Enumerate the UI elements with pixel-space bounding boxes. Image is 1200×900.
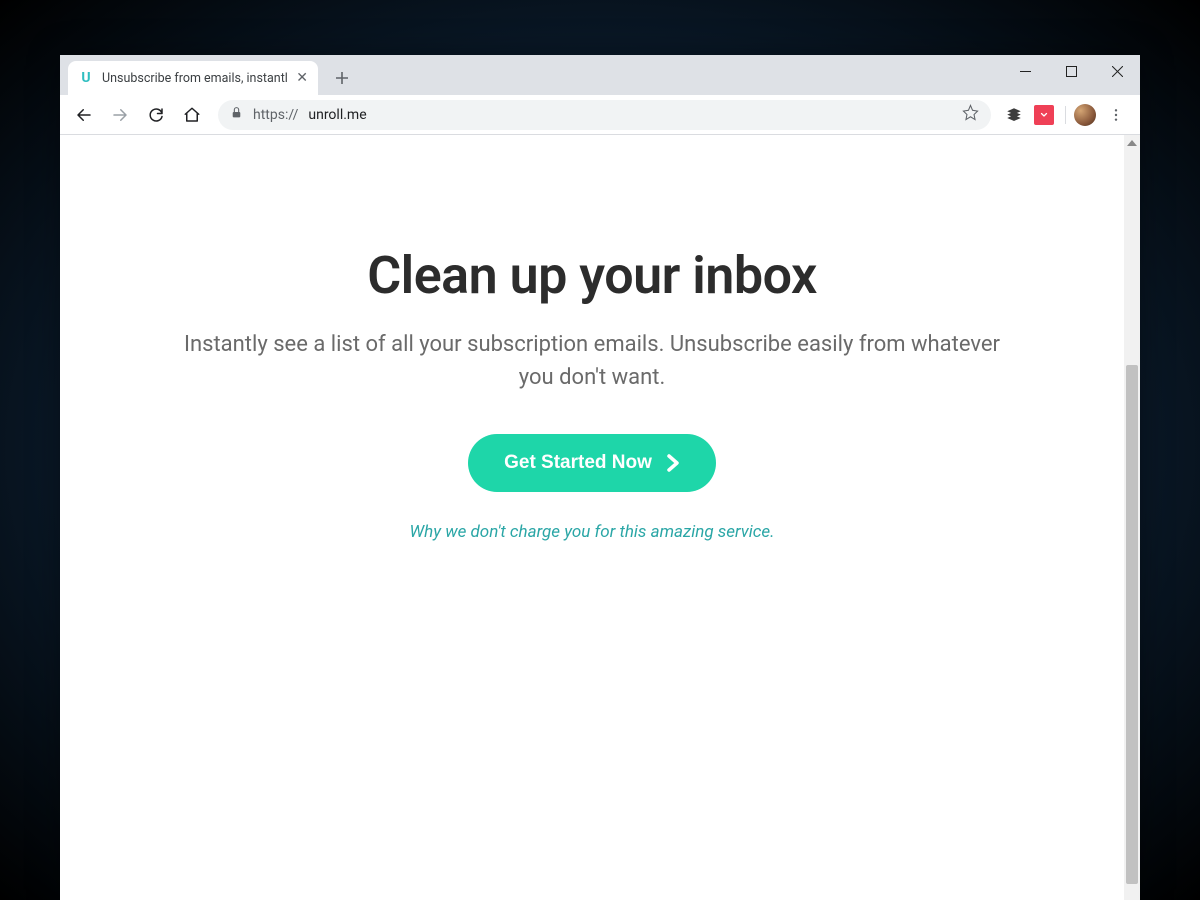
new-tab-button[interactable] — [328, 64, 356, 92]
scroll-up-button[interactable] — [1124, 135, 1140, 151]
reload-icon — [147, 106, 165, 124]
window-controls — [1002, 55, 1140, 95]
forward-button[interactable] — [104, 99, 136, 131]
bookmark-button[interactable] — [962, 104, 979, 125]
buffer-icon — [1005, 106, 1023, 124]
hero-section: Clean up your inbox Instantly see a list… — [60, 135, 1140, 542]
tab-title: Unsubscribe from emails, instantl — [102, 71, 288, 86]
reload-button[interactable] — [140, 99, 172, 131]
maximize-button[interactable] — [1048, 55, 1094, 87]
why-link[interactable]: Why we don't charge you for this amazing… — [100, 522, 1084, 542]
home-button[interactable] — [176, 99, 208, 131]
scrollbar-thumb[interactable] — [1126, 365, 1138, 884]
close-icon[interactable]: ✕ — [296, 70, 308, 86]
chevron-up-icon — [1127, 140, 1137, 146]
close-icon — [1112, 66, 1123, 77]
vertical-scrollbar[interactable] — [1124, 135, 1140, 900]
get-started-button[interactable]: Get Started Now — [468, 434, 716, 492]
page-subheading: Instantly see a list of all your subscri… — [182, 328, 1002, 394]
maximize-icon — [1066, 66, 1077, 77]
plus-icon — [335, 71, 349, 85]
star-icon — [962, 104, 979, 121]
minimize-icon — [1020, 66, 1031, 77]
browser-toolbar: https:// unroll.me — [60, 95, 1140, 135]
chevron-right-icon — [666, 453, 680, 473]
pocket-icon — [1034, 105, 1054, 125]
lock-icon — [230, 106, 243, 123]
url-host: unroll.me — [308, 107, 366, 123]
arrow-left-icon — [75, 106, 93, 124]
page-content: Clean up your inbox Instantly see a list… — [60, 135, 1140, 900]
close-window-button[interactable] — [1094, 55, 1140, 87]
tab-favicon-icon: U — [78, 70, 94, 86]
toolbar-divider — [1065, 106, 1066, 124]
profile-avatar[interactable] — [1074, 104, 1096, 126]
address-bar[interactable]: https:// unroll.me — [218, 100, 991, 130]
kebab-menu-icon — [1108, 107, 1124, 123]
home-icon — [183, 106, 201, 124]
browser-tab[interactable]: U Unsubscribe from emails, instantl ✕ — [68, 61, 318, 95]
extension-buffer[interactable] — [1001, 102, 1027, 128]
cta-label: Get Started Now — [504, 452, 652, 474]
arrow-right-icon — [111, 106, 129, 124]
page-heading: Clean up your inbox — [100, 245, 1084, 306]
back-button[interactable] — [68, 99, 100, 131]
url-protocol: https:// — [253, 107, 298, 123]
menu-button[interactable] — [1100, 99, 1132, 131]
browser-titlebar: U Unsubscribe from emails, instantl ✕ — [60, 55, 1140, 95]
minimize-button[interactable] — [1002, 55, 1048, 87]
browser-window: U Unsubscribe from emails, instantl ✕ — [60, 55, 1140, 900]
extension-pocket[interactable] — [1031, 102, 1057, 128]
